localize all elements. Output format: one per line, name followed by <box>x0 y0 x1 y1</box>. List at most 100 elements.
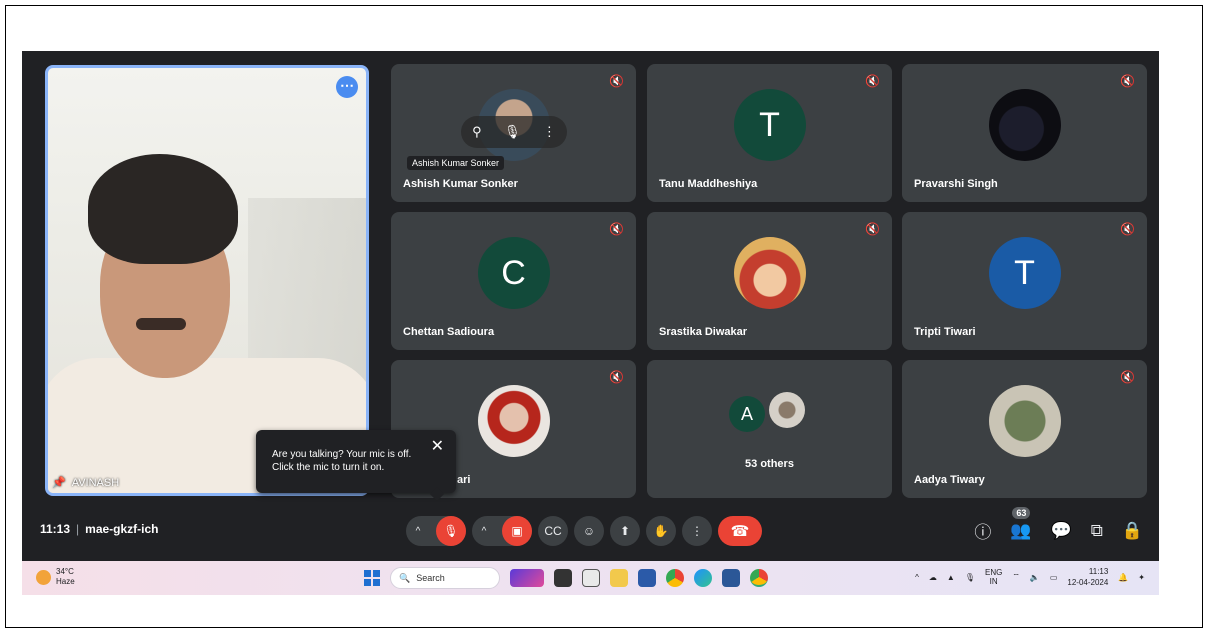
chrome-active-icon[interactable] <box>750 569 768 587</box>
copilot-icon[interactable]: ✦ <box>1138 573 1145 582</box>
reactions-button[interactable]: ☺ <box>574 516 604 546</box>
right-controls: ⓘ 👥 63 💬 ⧉ 🔒 <box>974 506 1143 543</box>
people-count-badge: 63 <box>1012 506 1031 519</box>
avatar <box>477 385 550 457</box>
people-icon: 👥 <box>1010 520 1032 540</box>
mic-off-icon: 🔇 <box>609 74 624 88</box>
participant-tile[interactable]: T 🔇 Tripti Tiwari <box>902 212 1147 350</box>
weather-widget[interactable]: 34°C Haze <box>36 567 75 587</box>
file-explorer-icon[interactable] <box>610 569 628 587</box>
participant-name: Pravarshi Singh <box>914 178 998 190</box>
info-icon[interactable]: ⓘ <box>974 518 991 543</box>
windows-start-icon[interactable] <box>364 570 380 586</box>
avatar <box>988 385 1061 457</box>
mic-icon[interactable]: 🎙 <box>504 124 521 140</box>
mic-off-icon: 🔇 <box>1120 74 1135 88</box>
close-icon[interactable]: ✕ <box>431 439 444 455</box>
camera-control[interactable]: ^ ▣ <box>472 516 532 546</box>
center-controls: ^ 🎙 ^ ▣ CC ☺ ⬆ ✋ ⋮ ☎ <box>406 516 762 546</box>
person-moustache <box>136 318 186 330</box>
toast-line-2: Click the mic to turn it on. <box>272 462 385 473</box>
clock-time: 11:13 <box>1088 567 1109 576</box>
pin-icon[interactable]: 📌 <box>52 476 66 489</box>
more-vertical-icon[interactable]: ⋮ <box>543 124 556 140</box>
person-hair <box>88 154 238 264</box>
widget-app-icon[interactable] <box>510 569 544 587</box>
mic-off-icon: 🔇 <box>609 222 624 236</box>
taskbar-search[interactable]: 🔍 Search <box>390 567 500 589</box>
edge-icon[interactable] <box>694 569 712 587</box>
emoji-icon: ☺ <box>582 524 596 538</box>
language-top: ENG <box>985 568 1003 577</box>
people-button[interactable]: 👥 63 <box>1010 506 1032 541</box>
avatar <box>988 89 1061 161</box>
weather-condition: Haze <box>56 577 75 586</box>
raise-hand-button[interactable]: ✋ <box>646 516 676 546</box>
system-tray: ^ ☁ ▲ 🎙 ENG IN ⌔ 🔈 ▭ 11:13 12-04-2024 🔔 … <box>915 566 1145 588</box>
participant-tile[interactable]: T 🔇 Tanu Maddheshiya <box>647 64 892 202</box>
meeting-details: 11:13 | mae-gkzf-ich <box>40 522 159 536</box>
mic-off-icon: 🔇 <box>1120 222 1135 236</box>
battery-icon[interactable]: ▭ <box>1050 573 1058 582</box>
more-options-icon[interactable]: ⋯ <box>336 76 358 98</box>
participant-tile[interactable]: 🔇 Pravarshi Singh <box>902 64 1147 202</box>
search-label: Search <box>416 573 445 583</box>
participant-tile[interactable]: C 🔇 Chettan Sadioura <box>391 212 636 350</box>
task-view-icon[interactable] <box>554 569 572 587</box>
participant-tile[interactable]: 🔇 Srastika Diwakar <box>647 212 892 350</box>
participant-name: Aadya Tiwary <box>914 474 985 486</box>
google-drive-icon[interactable]: ▲ <box>947 573 955 582</box>
weather-text: 34°C Haze <box>56 567 75 587</box>
host-controls-icon[interactable]: 🔒 <box>1122 521 1143 541</box>
participant-name: Tripti Tiwari <box>914 326 976 338</box>
language-indicator[interactable]: ENG IN <box>985 568 1002 586</box>
taskbar-clock[interactable]: 11:13 12-04-2024 <box>1067 566 1108 588</box>
chevron-up-icon[interactable]: ^ <box>472 526 496 537</box>
language-bottom: IN <box>989 577 998 586</box>
microphone-icon[interactable]: 🎙 <box>965 573 975 582</box>
name-tooltip: Ashish Kumar Sonker <box>407 156 505 170</box>
avatar-photo <box>769 392 805 428</box>
tile-hover-controls[interactable]: ⚲ 🎙 ⋮ <box>461 116 567 148</box>
participant-tile[interactable]: ⚲ 🎙 ⋮ Ashish Kumar Sonker 🔇 Ashish Kumar… <box>391 64 636 202</box>
chat-icon[interactable]: 💬 <box>1051 521 1072 541</box>
weather-icon <box>36 569 51 585</box>
clock-date: 12-04-2024 <box>1067 578 1109 587</box>
present-button[interactable]: ⬆ <box>610 516 640 546</box>
wifi-icon[interactable]: ⌔ <box>1012 572 1020 582</box>
mic-off-icon[interactable]: 🎙 <box>436 516 466 546</box>
onedrive-icon[interactable]: ☁ <box>929 573 937 582</box>
others-tile[interactable]: A 53 others <box>647 360 892 498</box>
participant-tile[interactable]: 🔇 Aadya Tiwary <box>902 360 1147 498</box>
pin-icon[interactable]: ⚲ <box>472 124 482 140</box>
chrome-icon[interactable] <box>666 569 684 587</box>
chevron-up-icon[interactable]: ^ <box>915 573 919 582</box>
participant-name: ari <box>457 474 471 486</box>
meeting-code: mae-gkzf-ich <box>85 522 159 536</box>
camera-off-icon[interactable]: ▣ <box>502 516 532 546</box>
participant-name: Srastika Diwakar <box>659 326 748 338</box>
mic-off-icon: 🔇 <box>865 74 880 88</box>
phone-hangup-icon: ☎ <box>730 523 750 540</box>
self-name: AVINASH <box>71 476 120 489</box>
activities-icon[interactable]: ⧉ <box>1091 521 1103 541</box>
present-icon: ⬆ <box>619 524 631 538</box>
mic-control[interactable]: ^ 🎙 <box>406 516 466 546</box>
volume-icon[interactable]: 🔈 <box>1030 573 1040 582</box>
more-vertical-icon: ⋮ <box>691 524 703 538</box>
windows-taskbar: 34°C Haze 🔍 Search ^ ☁ ▲ 🎙 ENG IN ⌔ 🔈 ▭ … <box>22 561 1159 595</box>
mic-off-toast: Are you talking? Your mic is off. Click … <box>256 430 456 493</box>
captions-button[interactable]: CC <box>538 516 568 546</box>
more-options-button[interactable]: ⋮ <box>682 516 712 546</box>
others-count: 53 others <box>745 458 794 470</box>
toast-line-1: Are you talking? Your mic is off. <box>272 449 412 460</box>
word-icon[interactable] <box>722 569 740 587</box>
avatar: A <box>729 396 765 432</box>
notification-bell-icon[interactable]: 🔔 <box>1118 573 1128 582</box>
avatar <box>733 237 806 309</box>
store-icon[interactable] <box>638 569 656 587</box>
captions-icon: CC <box>544 524 562 538</box>
chevron-up-icon[interactable]: ^ <box>406 526 430 537</box>
leave-call-button[interactable]: ☎ <box>718 516 762 546</box>
tasks-app-icon[interactable] <box>582 569 600 587</box>
